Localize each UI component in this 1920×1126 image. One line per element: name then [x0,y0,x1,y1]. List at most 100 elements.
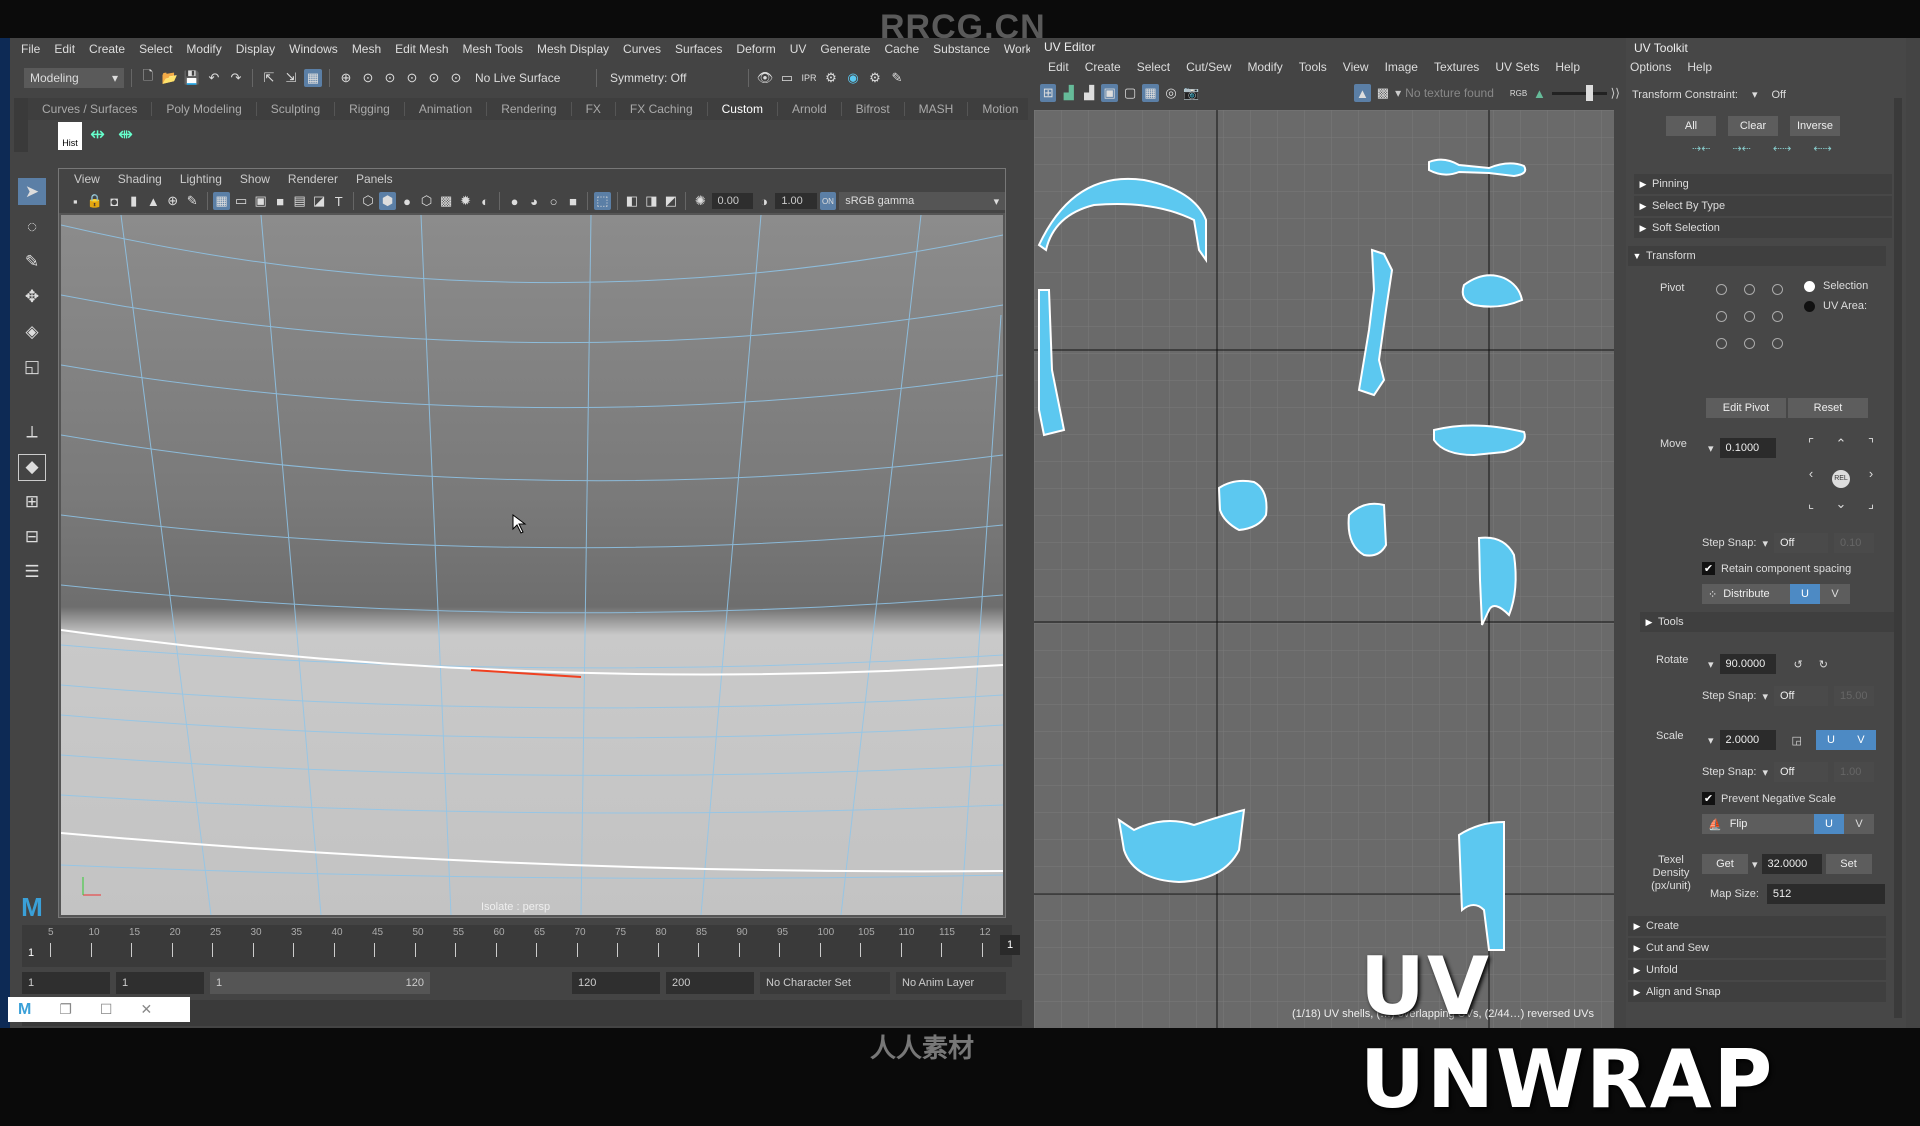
scale-v-button[interactable]: V [1845,730,1876,750]
section-transform[interactable]: ▼ Transform [1628,246,1886,266]
textured-icon[interactable]: ▩ [438,192,455,210]
color-management-icon[interactable]: ON [819,192,837,210]
snap-pivot-icon[interactable]: ⊙ [447,69,465,87]
image-brightness-slider[interactable] [1551,84,1607,101]
snap-view-icon[interactable]: ⊙ [403,69,421,87]
wireframe-on-shaded-icon[interactable]: ⬡ [418,192,435,210]
scale-lock-icon[interactable]: ◲ [1792,734,1802,747]
snap-surface-icon[interactable]: ⊙ [425,69,443,87]
xray-components-icon[interactable]: ◩ [663,192,680,210]
select-hierarchy-icon[interactable]: ⇱ [260,69,278,87]
toolkit-scrollbar[interactable] [1894,98,1902,1018]
field-chart-icon[interactable]: ▤ [291,192,308,210]
xray-joints-icon[interactable]: ◨ [643,192,660,210]
shelf-tool-icon[interactable]: ⇹ [90,124,105,145]
rgb-channels-icon[interactable]: RGB [1510,84,1527,102]
set-texel-density-button[interactable]: Set [1825,854,1872,874]
pixel-snap-icon[interactable]: ◎ [1163,84,1179,102]
menu-select[interactable]: Select [132,42,179,56]
safe-action-icon[interactable]: ◪ [311,192,328,210]
uv-menu-image[interactable]: Image [1377,60,1426,74]
shadows-icon[interactable]: ◐ [477,192,494,210]
uv-menu-edit[interactable]: Edit [1040,60,1077,74]
menu-surfaces[interactable]: Surfaces [668,42,729,56]
scale-step-snap-dropdown[interactable]: Off [1773,762,1828,782]
select-tool-icon[interactable]: ➤ [18,178,46,206]
distribute-u-button[interactable]: U [1790,584,1820,604]
xray-icon[interactable]: ◧ [624,192,641,210]
shelf-tab-rigging[interactable]: Rigging [335,102,405,116]
range-slider[interactable]: 1 120 [210,972,430,994]
render-setup-icon[interactable]: ⚙ [866,69,884,87]
shelf-tab-mash[interactable]: MASH [905,102,969,116]
chevron-down-icon[interactable]: ▾ [1708,442,1714,455]
shelf-tab-curves-surfaces[interactable]: Curves / Surfaces [28,102,153,116]
new-scene-icon[interactable]: 🗋 [139,68,157,87]
screen-space-ao-icon[interactable]: ● [506,192,523,210]
chevron-down-icon[interactable]: ▾ [1762,537,1768,550]
chevron-down-icon[interactable]: ▾ [1762,766,1768,779]
bookmark-icon[interactable]: ▮ [126,192,143,210]
shelf-tab-fx-caching[interactable]: FX Caching [616,102,708,116]
checker-icon[interactable]: ▩ [1375,84,1391,102]
live-surface-field[interactable]: No Live Surface [469,68,589,88]
select-component-icon[interactable]: ▦ [304,69,322,87]
clear-selection-button[interactable]: Clear [1728,116,1778,136]
ipr-render-icon[interactable]: IPR [800,69,818,87]
pivot-selection-radio[interactable] [1804,280,1815,292]
menu-mesh-tools[interactable]: Mesh Tools [456,42,530,56]
move-left-icon[interactable]: ‹ [1796,466,1826,496]
camera-icon[interactable]: ▪ [67,192,84,210]
shelf-tab-rendering[interactable]: Rendering [487,102,572,116]
rotate-ccw-icon[interactable]: ↺ [1794,658,1803,671]
section-create[interactable]: ▶ Create [1628,916,1886,936]
uv-distortion-icon[interactable]: ▟ [1081,84,1097,102]
character-set-dropdown[interactable]: No Character Set [760,972,890,994]
menu-uv[interactable]: UV [783,42,814,56]
menu-create[interactable]: Create [82,42,132,56]
rotate-value-field[interactable]: 90.0000 [1719,654,1776,674]
anim-layer-dropdown[interactable]: No Anim Layer [896,972,1006,994]
pivot-radio[interactable] [1716,338,1727,349]
get-texel-density-button[interactable]: Get [1702,854,1748,874]
uv-tile-icon[interactable]: ⊞ [1040,84,1057,102]
menu-cache[interactable]: Cache [877,42,926,56]
grow-region-icon[interactable]: ⇠⇢ [1773,142,1791,155]
menu-curves[interactable]: Curves [616,42,668,56]
flip-v-button[interactable]: V [1844,814,1874,834]
smooth-shade-icon[interactable]: ⬢ [379,192,396,210]
shrink-selection-icon[interactable]: ⇢⇠ [1692,142,1710,155]
resolution-gate-icon[interactable]: ▣ [252,192,269,210]
display-image-icon[interactable]: ▲ [1354,84,1371,102]
two-pane-layout-icon[interactable]: ⊟ [18,524,46,551]
menu-windows[interactable]: Windows [282,42,345,56]
shelf-tab-custom[interactable]: Custom [708,102,778,116]
section-tools[interactable]: ▶ Tools [1640,612,1898,632]
uv-menu-tools[interactable]: Tools [1291,60,1335,74]
shelf-tab-arnold[interactable]: Arnold [778,102,842,116]
pivot-radio[interactable] [1716,284,1727,295]
chevron-down-icon[interactable]: ▾ [1395,86,1401,100]
image-plane-icon[interactable]: ▲ [145,192,162,210]
grease-pencil-icon[interactable]: ✎ [184,192,201,210]
retain-spacing-checkbox[interactable]: ✔ [1702,562,1715,575]
viewport-menu-panels[interactable]: Panels [347,172,402,186]
lasso-tool-icon[interactable]: ◌ [18,213,46,240]
start-time-field[interactable]: 1 [22,972,110,994]
undo-icon[interactable]: ↶ [205,69,223,87]
move-down-right-icon[interactable]: ⌟ [1856,496,1886,526]
expand-icon[interactable]: ⟩⟩ [1611,86,1620,100]
scale-value-field[interactable]: 2.0000 [1719,730,1776,750]
menu-substance[interactable]: Substance [926,42,997,56]
pivot-radio[interactable] [1772,284,1783,295]
menu-display[interactable]: Display [229,42,282,56]
snap-grid-icon[interactable]: ⊕ [337,69,355,87]
pivot-radio[interactable] [1744,338,1755,349]
color-space-dropdown[interactable]: sRGB gamma ▾ [839,192,1006,210]
menu-set-dropdown[interactable]: Modeling ▾ [24,68,124,88]
menu-file[interactable]: File [14,42,47,56]
move-up-icon[interactable]: ⌃ [1826,436,1856,466]
wireframe-icon[interactable]: ⬡ [360,192,377,210]
viewport-menu-show[interactable]: Show [231,172,279,186]
menu-help[interactable]: Help [1687,60,1712,74]
